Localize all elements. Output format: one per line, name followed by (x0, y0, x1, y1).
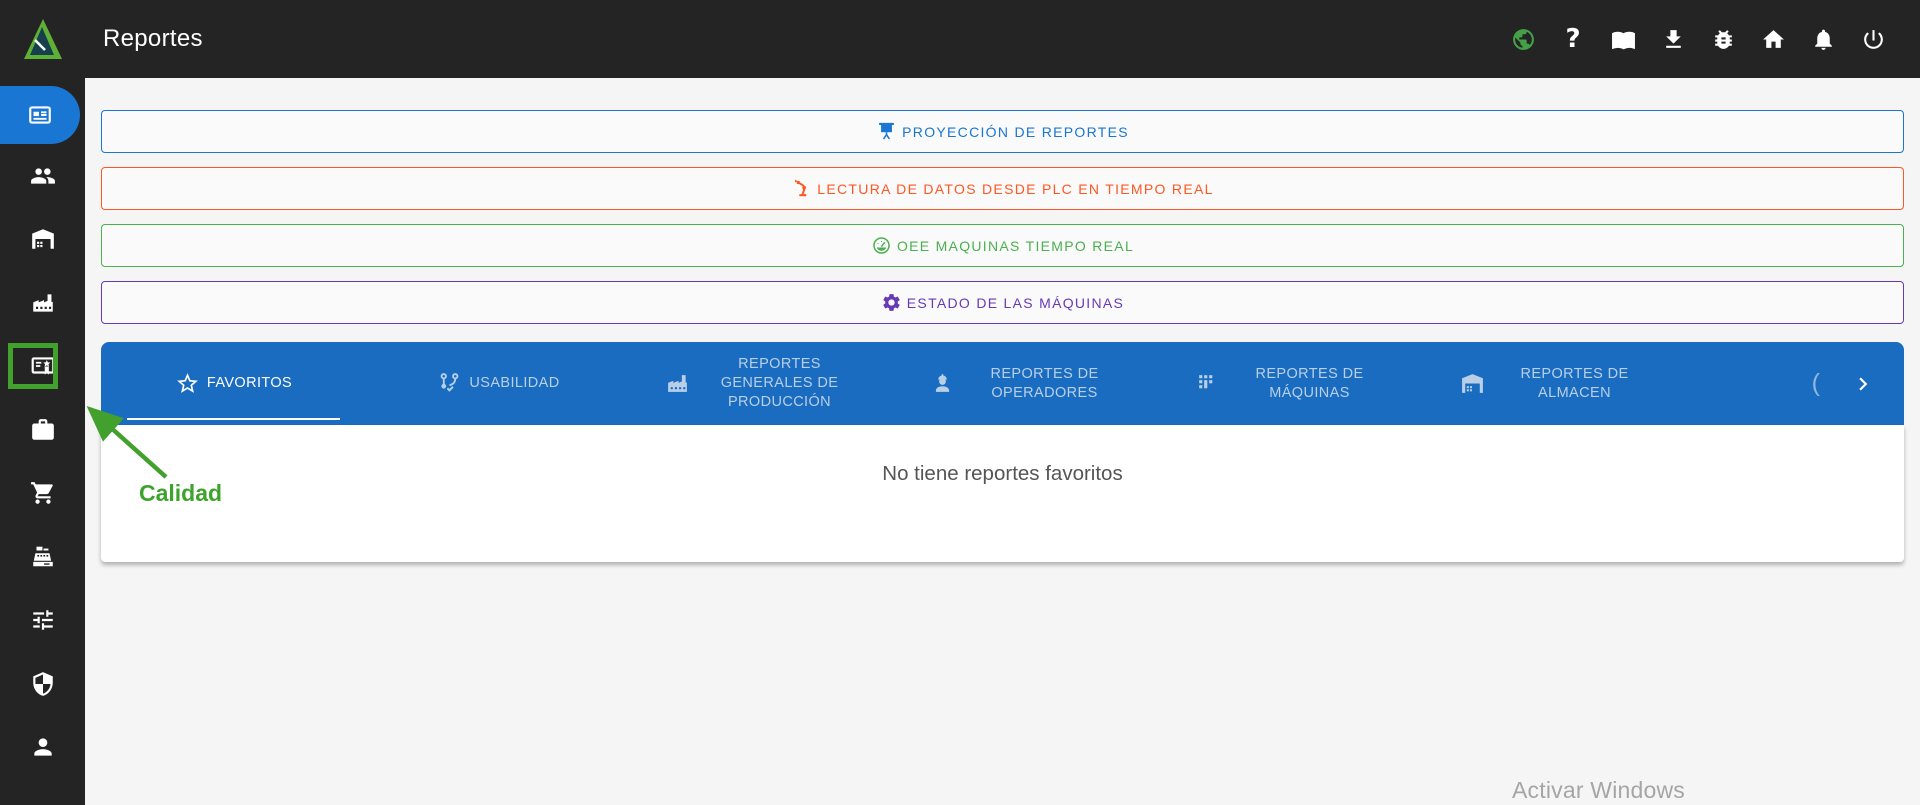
page-title: Reportes (103, 25, 203, 52)
gauge-icon (873, 237, 890, 254)
banner-oee-maquinas[interactable]: OEE MAQUINAS TIEMPO REAL (101, 224, 1904, 267)
sidebar-item-tools[interactable] (0, 398, 85, 462)
tab-reportes-almacen[interactable]: REPORTES DE ALMACEN (1426, 342, 1691, 425)
annotation-highlight-box (8, 342, 58, 389)
reports-tab-bar: FAVORITOS USABILIDAD REPORTES GENERALES … (101, 342, 1904, 425)
factory-icon (32, 294, 53, 312)
active-tab-indicator (127, 417, 340, 420)
activate-windows-watermark: Activar Windows (1512, 777, 1685, 803)
sidebar-item-purchases[interactable] (0, 462, 85, 526)
tab-reportes-maquinas[interactable]: REPORTES DE MÁQUINAS (1161, 342, 1426, 425)
shopping-cart-icon (30, 482, 53, 505)
tab-reportes-generales-produccion[interactable]: REPORTES GENERALES DE PRODUCCIÓN (631, 342, 896, 425)
sidebar-item-reports-active[interactable] (0, 86, 80, 144)
app-logo[interactable] (0, 17, 85, 61)
users-group-icon (30, 168, 55, 184)
sidebar-item-settings[interactable] (0, 589, 85, 653)
banner-label: ESTADO DE LAS MÁQUINAS (906, 294, 1125, 311)
warehouse-icon (1462, 374, 1483, 393)
banner-label: PROYECCIÓN DE REPORTES (902, 123, 1129, 140)
gear-icon (883, 294, 900, 311)
star-icon (176, 373, 198, 393)
banner-label: OEE MAQUINAS TIEMPO REAL (896, 237, 1135, 254)
tab-reportes-operadores[interactable]: REPORTES DE OPERADORES (896, 342, 1161, 425)
person-icon (33, 738, 52, 756)
scroll-left-glyph[interactable]: ( (1812, 371, 1820, 396)
usability-flow-icon (441, 373, 459, 392)
empty-favorites-message: No tiene reportes favoritos (882, 462, 1123, 485)
machines-grid-icon (1199, 375, 1213, 389)
tab-label: USABILIDAD (469, 375, 560, 392)
newspaper-icon (29, 106, 51, 124)
power-logout-icon[interactable] (1860, 26, 1886, 52)
sidebar-nav (0, 78, 85, 805)
logo-triangle-icon (23, 19, 62, 59)
sidebar-item-sales[interactable] (0, 525, 85, 589)
home-icon[interactable] (1760, 26, 1786, 52)
sidebar-item-production[interactable] (0, 271, 85, 335)
help-icon[interactable]: ? (1560, 26, 1586, 52)
main-content: PROYECCIÓN DE REPORTES LECTURA DE DATOS … (85, 78, 1920, 805)
tabs-strip: FAVORITOS USABILIDAD REPORTES GENERALES … (101, 342, 1691, 425)
tune-sliders-icon (32, 610, 53, 630)
warehouse-icon (31, 229, 54, 249)
tab-label: REPORTES DE MÁQUINAS (1255, 365, 1364, 401)
tab-label: FAVORITOS (206, 375, 293, 392)
banner-proyeccion-reportes[interactable]: PROYECCIÓN DE REPORTES (101, 110, 1904, 153)
sidebar-item-users[interactable] (0, 144, 85, 208)
top-app-bar: Reportes ? (0, 0, 1920, 78)
banner-label: LECTURA DE DATOS DESDE PLC EN TIEMPO REA… (817, 180, 1214, 197)
documentation-book-icon[interactable] (1610, 26, 1636, 52)
chevron-right-icon[interactable] (1850, 371, 1876, 397)
sidebar-item-security[interactable] (0, 652, 85, 716)
banner-lectura-plc[interactable]: LECTURA DE DATOS DESDE PLC EN TIEMPO REA… (101, 167, 1904, 210)
notifications-bell-icon[interactable] (1810, 26, 1836, 52)
security-shield-icon (32, 671, 53, 696)
favorites-panel: No tiene reportes favoritos (101, 425, 1904, 562)
tab-favoritos[interactable]: FAVORITOS (101, 342, 366, 425)
operator-helmet-icon (935, 374, 950, 392)
sidebar-item-warehouse[interactable] (0, 208, 85, 272)
tab-label: REPORTES DE ALMACEN (1520, 365, 1629, 401)
banner-estado-maquinas[interactable]: ESTADO DE LAS MÁQUINAS (101, 281, 1904, 324)
projector-screen-icon (879, 122, 895, 140)
briefcase-icon (31, 418, 54, 440)
app-window: Reportes ? PROYECCIÓN DE REPORTES LECTUR… (0, 0, 1920, 805)
bug-report-icon[interactable] (1710, 26, 1736, 52)
sidebar-item-profile[interactable] (0, 716, 85, 780)
topbar-actions: ? (1510, 26, 1920, 52)
download-icon[interactable] (1660, 26, 1686, 52)
robot-arm-icon (795, 179, 807, 197)
tab-scroll-controls: ( (1691, 342, 1904, 425)
cash-register-icon (32, 546, 53, 566)
sidebar-item-quality[interactable] (0, 335, 85, 399)
tab-usabilidad[interactable]: USABILIDAD (366, 342, 631, 425)
tab-label: REPORTES DE OPERADORES (990, 365, 1099, 401)
tab-label: REPORTES GENERALES DE PRODUCCIÓN (720, 356, 839, 410)
factory-icon (668, 375, 687, 392)
language-globe-icon[interactable] (1510, 26, 1536, 52)
